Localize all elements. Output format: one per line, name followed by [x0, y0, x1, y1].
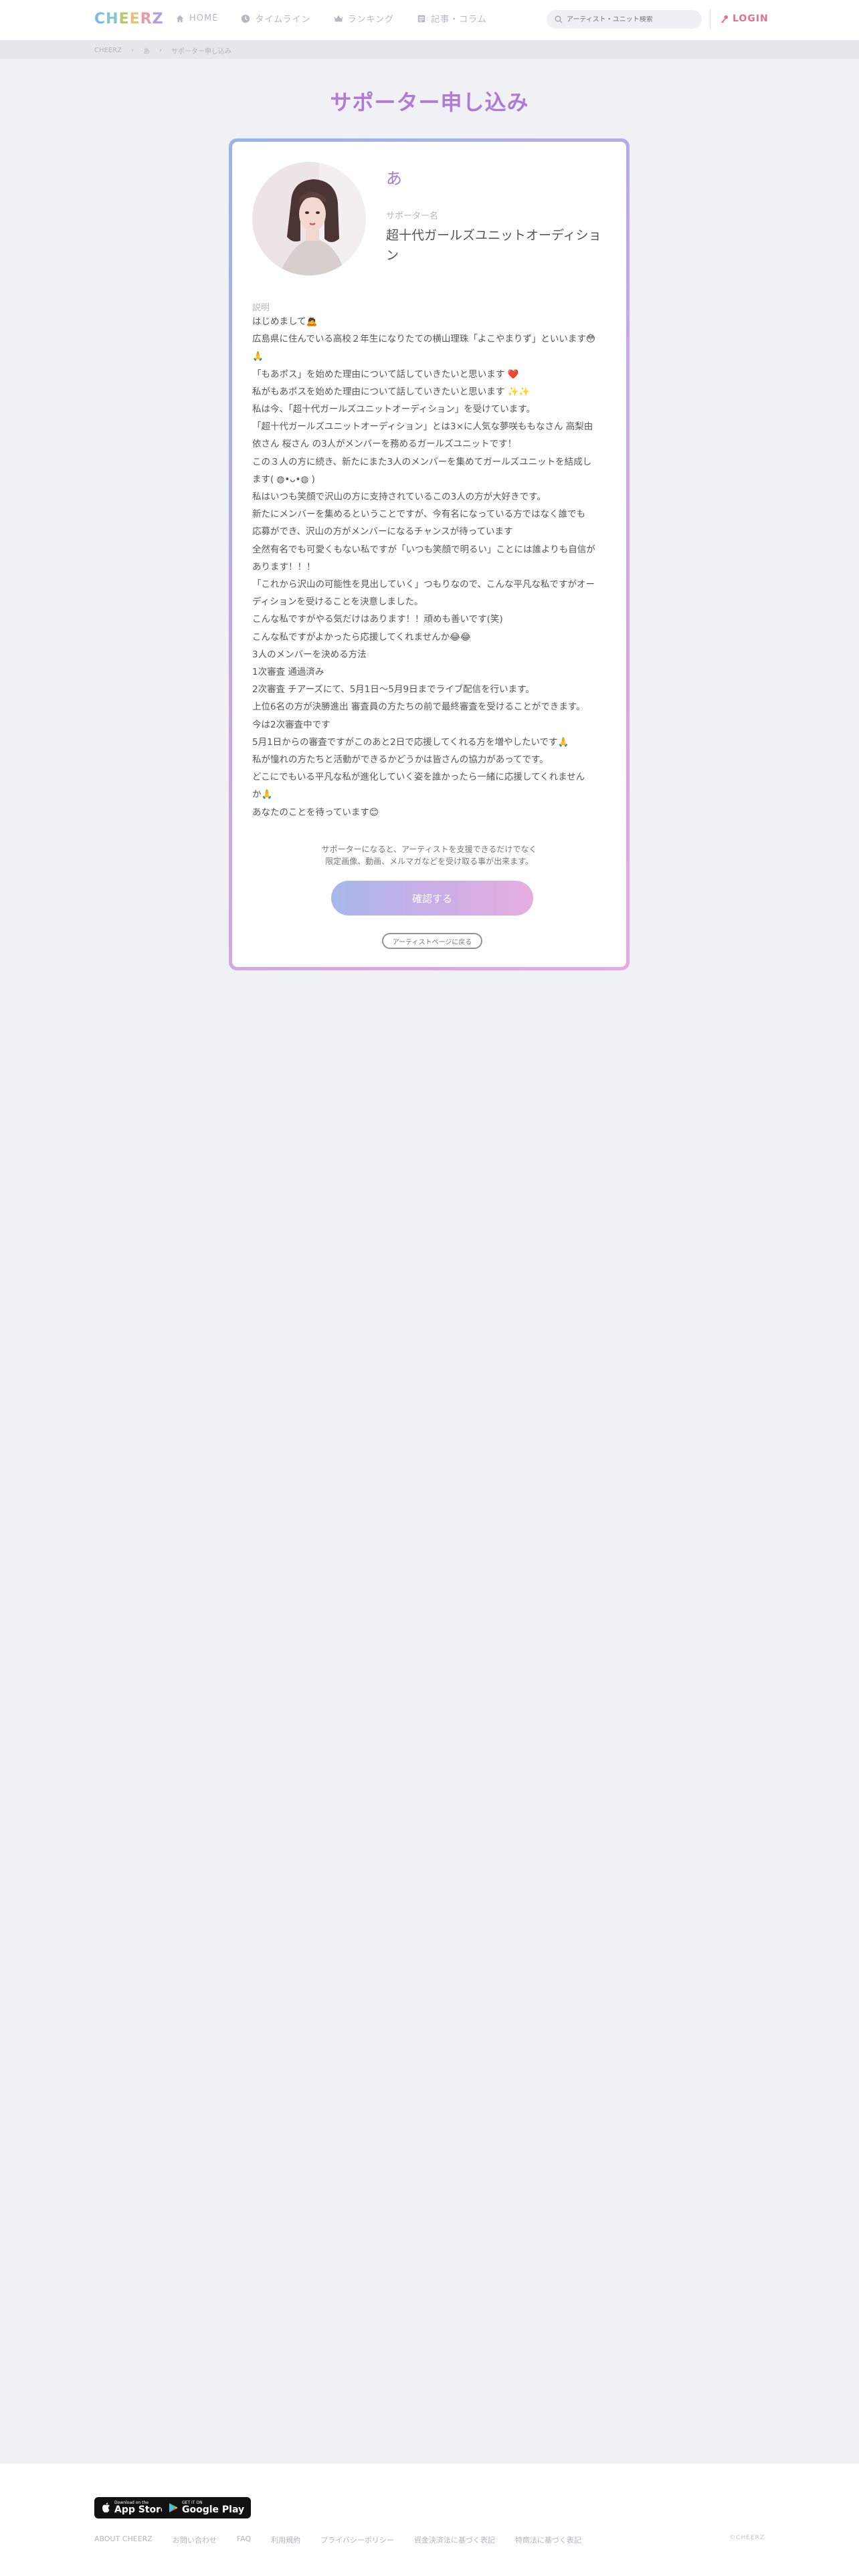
logo-letter: E	[118, 11, 130, 27]
supporter-card: あ サポーター名 超十代ガールズユニットオーディション 説明 はじめまして🙇 広島…	[232, 142, 626, 967]
footer-link-contact[interactable]: お問い合わせ	[173, 2535, 217, 2545]
description-line: こんな私ですがやる気だけはあります！！頑めも善いです(笑)	[252, 614, 503, 625]
app-store-big-text: App Store	[114, 2504, 167, 2515]
description-line: ディションを受けることを決意しました。	[252, 597, 423, 608]
header: CHEERZ HOME タイムライン ランキング 記事・コラム LOGIN	[0, 0, 859, 40]
copyright: ©CHEERZ	[729, 2535, 765, 2541]
search-input[interactable]	[567, 15, 694, 23]
article-icon	[417, 15, 425, 22]
google-play-badge[interactable]: GET IT ON Google Play	[162, 2497, 252, 2518]
back-to-artist-button[interactable]: アーティストページに戻る	[382, 933, 482, 949]
description-line: 依さん 桜さん の3人がメンバーを務めるガールズユニットです！	[252, 439, 517, 450]
description-line: 上位6名の方が決勝進出 審査員の方たちの前で最終審査を受けることができます。	[252, 702, 585, 713]
description-line: 「超十代ガールズユニットオーディション」とは3×に人気な夢咲ももなさん 高梨由	[252, 421, 593, 433]
notice-line: サポーターになると、アーティストを支援できるだけでなく	[321, 845, 537, 854]
description-line: 全然有名でも可愛くもない私ですが「いつも笑顔で明るい」ことには誰よりも自信が	[252, 544, 595, 555]
description-line: 🙏	[252, 351, 264, 362]
search-icon	[555, 15, 563, 23]
nav-articles-label: 記事・コラム	[431, 15, 487, 25]
description-line: 新たにメンバーを集めるということですが、今有名になっている方ではなく誰でも	[252, 509, 586, 520]
google-play-icon	[169, 2503, 178, 2512]
apple-icon	[102, 2502, 110, 2512]
logo-letter: C	[94, 11, 106, 27]
description-line: こんな私ですがよかったら応援してくれませんか😂😂	[252, 631, 471, 643]
footer-link-commerce-law[interactable]: 特商法に基づく表記	[515, 2535, 581, 2545]
description-label: 説明	[252, 303, 270, 313]
footer-link-payment-law[interactable]: 資金決済法に基づく表記	[414, 2535, 495, 2545]
key-icon	[721, 15, 729, 23]
description-line: 広島県に住んでいる高校２年生になりたての横山理珠「よこやまりず」といいます😳	[252, 334, 595, 345]
artist-name: あ	[386, 169, 402, 188]
supporter-card-border: あ サポーター名 超十代ガールズユニットオーディション 説明 はじめまして🙇 広島…	[229, 138, 630, 970]
description-line: あなたのことを待っています😊	[252, 807, 379, 818]
footer: Download on the App Store GET IT ON Goog…	[0, 2464, 859, 2576]
logo-letter: R	[140, 11, 153, 27]
description-line: 2次審査 チアーズにて、5月1日〜5月9日までライブ配信を行います。	[252, 684, 535, 695]
nav-ranking[interactable]: ランキング	[334, 12, 395, 25]
description-line: あります！！！	[252, 561, 316, 572]
footer-link-faq[interactable]: FAQ	[237, 2535, 251, 2545]
nav-timeline[interactable]: タイムライン	[241, 12, 310, 25]
description-line: この３人の方に続き、新たにまた3人のメンバーを集めてガールズユニットを結成し	[252, 456, 592, 467]
footer-link-about[interactable]: ABOUT CHEERZ	[94, 2535, 153, 2545]
description-line: はじめまして🙇	[252, 316, 318, 327]
description-line: 私は今、「超十代ガールズユニットオーディション」を受けています。	[252, 404, 535, 415]
description-line: ます( ◍•ᴗ•◍ )	[252, 473, 315, 485]
supporter-notice: サポーターになると、アーティストを支援できるだけでなく 限定画像、動画、メルマガ…	[232, 843, 626, 867]
supporter-name: 超十代ガールズユニットオーディション	[386, 228, 601, 263]
logo-letter: Z	[152, 11, 164, 27]
confirm-button[interactable]: 確認する	[331, 881, 533, 916]
description-line: 私がもあポスを始めた理由について話していきたいと思います ✨✨	[252, 386, 531, 397]
description-line: 「これから沢山の可能性を見出していく」つもりなので、こんな平凡な私ですがオー	[252, 579, 595, 591]
footer-link-terms[interactable]: 利用規約	[271, 2535, 300, 2545]
nav-articles[interactable]: 記事・コラム	[417, 12, 487, 25]
page-title: サポーター申し込み	[330, 90, 529, 115]
logo-letter: E	[129, 11, 140, 27]
search-box[interactable]	[547, 10, 702, 29]
artist-avatar	[252, 162, 366, 276]
login-button[interactable]: LOGIN	[720, 13, 769, 24]
description-line: 私はいつも笑顔で沢山の方に支持されているこの3人の方が大好きです。	[252, 492, 546, 503]
notice-line: 限定画像、動画、メルマガなどを受け取る事が出来ます。	[325, 857, 533, 866]
logo-letter: H	[106, 11, 119, 27]
description-text: はじめまして🙇 広島県に住んでいる高校２年生になりたての横山理珠「よこやまりず」と…	[252, 313, 607, 821]
footer-link-privacy[interactable]: プライバシーポリシー	[320, 2535, 394, 2545]
cheerz-logo[interactable]: CHEERZ	[94, 11, 164, 27]
nav-home[interactable]: HOME	[175, 12, 218, 25]
description-line: 「もあポス」を始めた理由について話していきたいと思います ❤️️	[252, 368, 519, 380]
crown-icon	[334, 15, 343, 21]
description-line: か🙏	[252, 789, 273, 800]
breadcrumb-home[interactable]: CHEERZ	[94, 47, 122, 54]
breadcrumb-separator: ›	[159, 47, 162, 54]
description-line: 1次審査 通過済み	[252, 667, 324, 678]
description-line: 今は2次審査中です	[252, 719, 330, 730]
breadcrumb-current: サポーター申し込み	[171, 48, 231, 56]
description-line: どこにでもいる平凡な私が進化していく姿を誰かったら一緒に応援してくれません	[252, 772, 585, 783]
main-nav: HOME タイムライン ランキング 記事・コラム	[175, 12, 487, 25]
home-icon	[176, 15, 184, 22]
login-label: LOGIN	[733, 13, 769, 24]
google-play-big-text: Google Play	[182, 2504, 245, 2515]
description-line: 5月1日からの審査ですがこのあと2日で応援してくれる方を増やしたいです🙏	[252, 736, 569, 748]
supporter-name-label: サポーター名	[386, 211, 439, 221]
description-line: 応募ができ、沢山の方がメンバーになるチャンスが待っています	[252, 526, 513, 538]
clock-icon	[242, 14, 250, 23]
breadcrumb-artist[interactable]: あ	[143, 45, 150, 56]
nav-timeline-label: タイムライン	[255, 15, 311, 25]
footer-links: ABOUT CHEERZ お問い合わせ FAQ 利用規約 プライバシーポリシー …	[94, 2535, 581, 2545]
breadcrumb-bar: CHEERZ › あ › サポーター申し込み	[0, 40, 859, 59]
description-line: 私が憧れの方たちと活動ができるかどうかは皆さんの協力があってです。	[252, 754, 549, 766]
nav-ranking-label: ランキング	[347, 15, 395, 25]
nav-home-label: HOME	[189, 13, 219, 23]
description-line: 3人のメンバーを決める方法	[252, 649, 367, 660]
breadcrumb: CHEERZ › あ › サポーター申し込み	[94, 45, 231, 56]
breadcrumb-separator: ›	[130, 47, 134, 54]
